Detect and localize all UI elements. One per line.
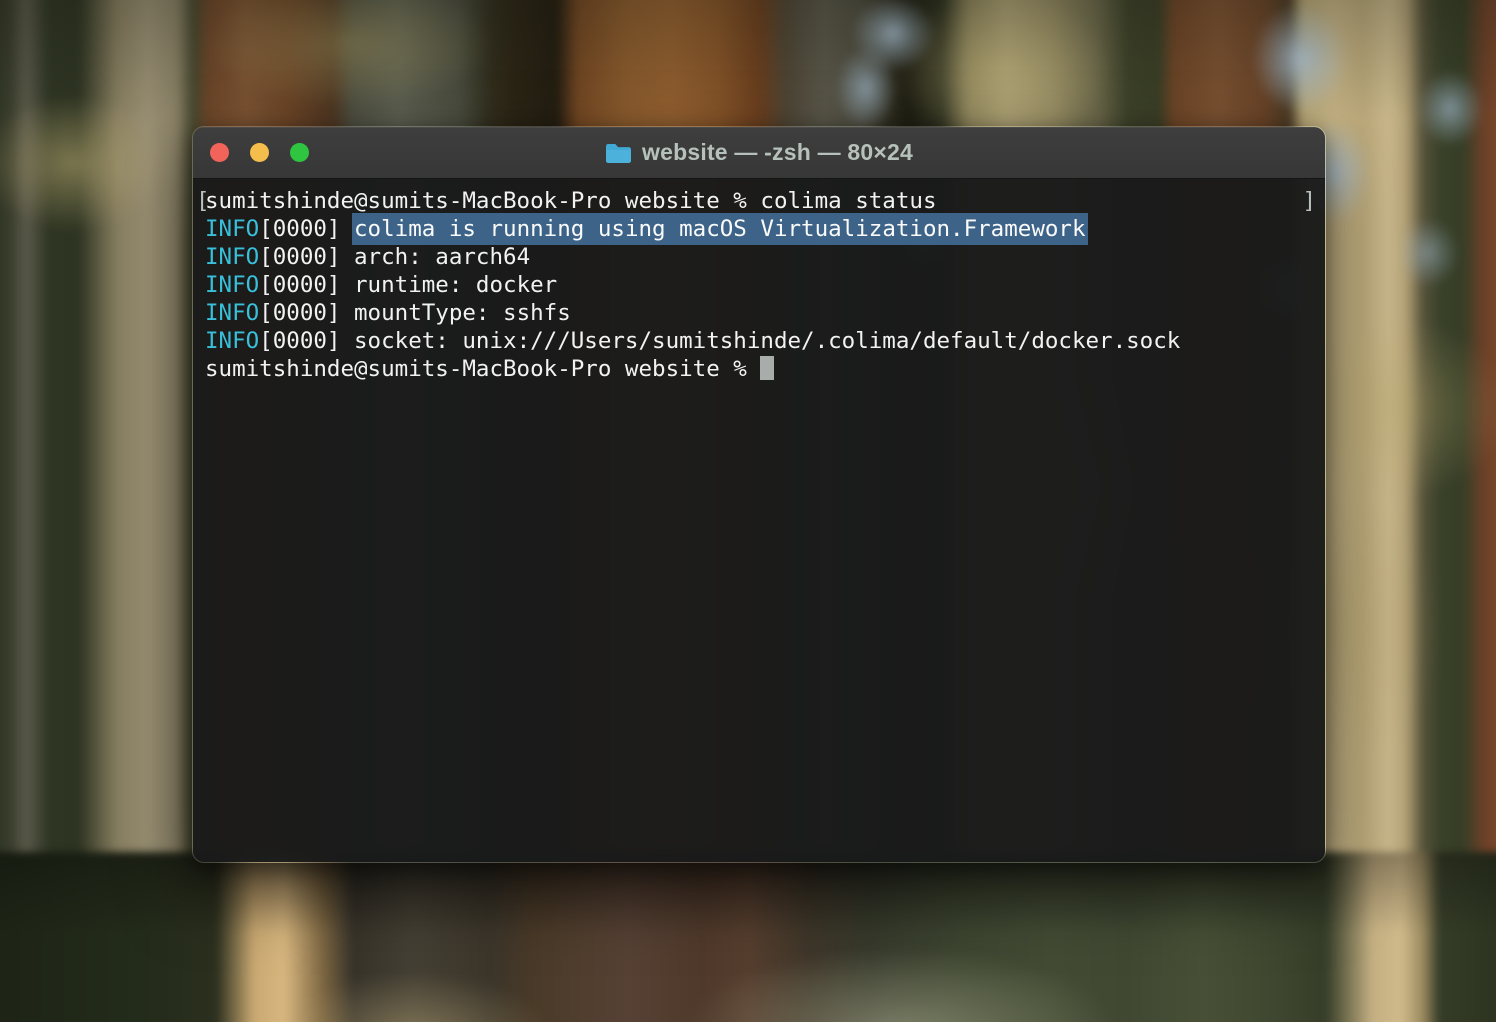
terminal-cursor xyxy=(760,356,774,380)
log-level-info: INFO xyxy=(205,244,259,270)
terminal-line: [sumitshinde@sumits-MacBook-Pro website … xyxy=(205,187,1313,215)
terminal-text: [0000] socket: unix:///Users/sumitshinde… xyxy=(259,328,1180,354)
log-level-info: INFO xyxy=(205,272,259,298)
folder-icon xyxy=(605,142,632,163)
traffic-lights xyxy=(210,127,309,178)
window-title-group: website — -zsh — 80×24 xyxy=(605,139,913,166)
terminal-text: [0000] arch: aarch64 xyxy=(259,244,530,270)
selected-text: colima is running using macOS Virtualiza… xyxy=(352,213,1088,245)
terminal-text: [0000] xyxy=(259,216,354,242)
terminal-line: INFO[0000] arch: aarch64 xyxy=(205,243,1313,271)
zoom-button[interactable] xyxy=(290,143,309,162)
terminal-line: INFO[0000] runtime: docker xyxy=(205,271,1313,299)
log-level-info: INFO xyxy=(205,328,259,354)
close-button[interactable] xyxy=(210,143,229,162)
terminal-window[interactable]: website — -zsh — 80×24 [sumitshinde@sumi… xyxy=(192,126,1326,863)
terminal-text: sumitshinde@sumits-MacBook-Pro website %… xyxy=(205,188,937,214)
command-mark-left: [ xyxy=(196,187,210,215)
log-level-info: INFO xyxy=(205,300,259,326)
terminal-line: INFO[0000] socket: unix:///Users/sumitsh… xyxy=(205,327,1313,355)
terminal-text: sumitshinde@sumits-MacBook-Pro website % xyxy=(205,356,760,382)
terminal-line: INFO[0000] colima is running using macOS… xyxy=(205,215,1313,243)
command-mark-right: ] xyxy=(1302,187,1316,215)
terminal-text: [0000] mountType: sshfs xyxy=(259,300,571,326)
terminal-content[interactable]: [sumitshinde@sumits-MacBook-Pro website … xyxy=(193,179,1325,862)
log-level-info: INFO xyxy=(205,216,259,242)
terminal-line: sumitshinde@sumits-MacBook-Pro website % xyxy=(205,355,1313,383)
window-titlebar[interactable]: website — -zsh — 80×24 xyxy=(193,127,1325,179)
terminal-text: [0000] runtime: docker xyxy=(259,272,557,298)
window-title: website — -zsh — 80×24 xyxy=(642,139,913,166)
terminal-line: INFO[0000] mountType: sshfs xyxy=(205,299,1313,327)
minimize-button[interactable] xyxy=(250,143,269,162)
forest-wallpaper-lower xyxy=(0,852,1496,1022)
